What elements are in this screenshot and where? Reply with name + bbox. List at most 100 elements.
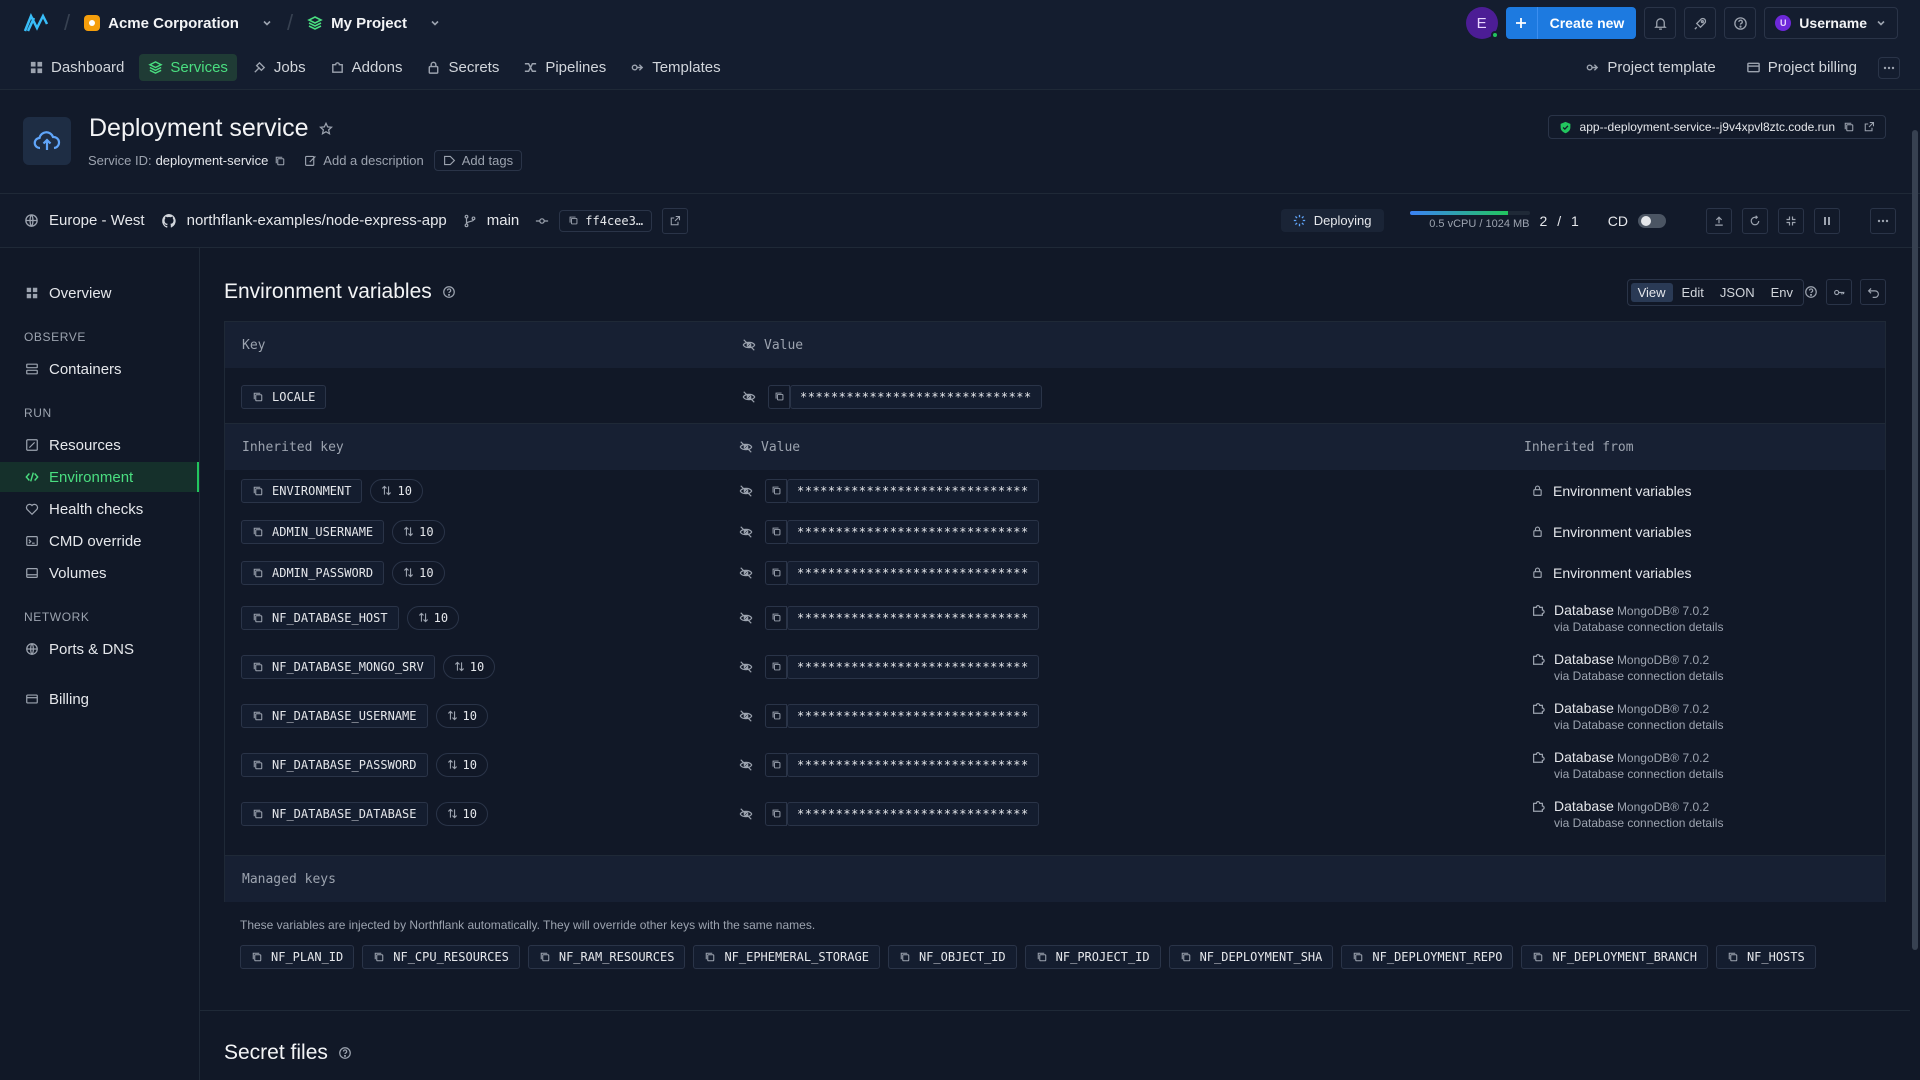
help-icon[interactable] [1804, 285, 1818, 299]
notifications-button[interactable] [1644, 7, 1677, 39]
project-billing-link[interactable]: Project billing [1737, 54, 1866, 81]
add-description-button[interactable]: Add a description [304, 153, 424, 168]
managed-key[interactable]: NF_RAM_RESOURCES [527, 945, 686, 969]
env-key[interactable]: NF_DATABASE_HOST [241, 605, 399, 630]
project-switcher[interactable]: My Project [307, 15, 441, 32]
env-key[interactable]: ADMIN_USERNAME [241, 519, 385, 544]
inherited-from-text[interactable]: Database [1554, 749, 1614, 765]
managed-key[interactable]: NF_CPU_RESOURCES [362, 945, 520, 969]
help-icon[interactable] [338, 1046, 352, 1060]
sidebar-item-billing[interactable]: Billing [0, 684, 199, 714]
env-key[interactable]: ENVIRONMENT [241, 478, 363, 503]
managed-key[interactable]: NF_DEPLOYMENT_SHA [1168, 945, 1334, 969]
sidebar-item-environment[interactable]: Environment [0, 462, 199, 492]
override-count-badge[interactable]: 10 [435, 801, 488, 826]
more-options-button[interactable] [1878, 56, 1900, 79]
repository-link[interactable]: northflank-examples/node-express-app [187, 212, 447, 229]
help-icon[interactable] [442, 285, 456, 299]
copy-icon[interactable] [768, 384, 790, 409]
undo-button[interactable] [1860, 279, 1886, 305]
sidebar-item-overview[interactable]: Overview [0, 278, 199, 308]
external-link-icon[interactable] [1863, 121, 1875, 133]
env-key[interactable]: NF_DATABASE_USERNAME [241, 703, 428, 728]
eye-off-icon[interactable] [742, 390, 756, 404]
managed-key[interactable]: NF_EPHEMERAL_STORAGE [693, 945, 880, 969]
copy-icon[interactable] [765, 703, 787, 728]
eye-off-icon[interactable] [739, 484, 753, 498]
managed-key[interactable]: NF_DEPLOYMENT_REPO [1341, 945, 1514, 969]
sidebar-item-resources[interactable]: Resources [0, 430, 199, 460]
sidebar-item-ports-dns[interactable]: Ports & DNS [0, 634, 199, 664]
mode-view-button[interactable]: View [1630, 283, 1673, 302]
env-key[interactable]: NF_DATABASE_PASSWORD [241, 752, 428, 777]
inherited-from-text[interactable]: Database [1554, 700, 1614, 716]
override-count-badge[interactable]: 10 [435, 703, 488, 728]
eye-off-icon[interactable] [739, 611, 753, 625]
eye-off-icon[interactable] [739, 709, 753, 723]
copy-icon[interactable] [274, 155, 286, 167]
star-icon[interactable] [318, 121, 333, 136]
nav-secrets[interactable]: Secrets [417, 54, 508, 81]
team-avatar[interactable]: E [1465, 7, 1499, 39]
copy-icon[interactable] [765, 560, 787, 585]
env-key[interactable]: ADMIN_PASSWORD [241, 560, 385, 585]
override-count-badge[interactable]: 10 [392, 519, 445, 544]
nav-services[interactable]: Services [139, 54, 237, 81]
env-key[interactable]: NF_DATABASE_MONGO_SRV [241, 654, 435, 679]
copy-icon[interactable] [765, 752, 787, 777]
project-template-link[interactable]: Project template [1576, 54, 1724, 81]
mode-edit-button[interactable]: Edit [1675, 283, 1711, 302]
inherited-from-text[interactable]: Database [1554, 602, 1614, 618]
restart-button[interactable] [1742, 207, 1768, 234]
override-count-badge[interactable]: 10 [370, 478, 423, 503]
sidebar-item-volumes[interactable]: Volumes [0, 558, 199, 588]
managed-key[interactable]: NF_DEPLOYMENT_BRANCH [1521, 945, 1708, 969]
copy-icon[interactable] [765, 478, 787, 503]
service-url[interactable]: app--deployment-service--j9v4xpvl8ztc.co… [1547, 115, 1886, 139]
instance-count[interactable]: 2 / 1 [1540, 213, 1582, 229]
user-menu-button[interactable]: U Username [1764, 7, 1898, 39]
override-count-badge[interactable]: 10 [406, 605, 460, 630]
add-tags-button[interactable]: Add tags [433, 150, 523, 171]
sidebar-item-health-checks[interactable]: Health checks [0, 494, 199, 524]
help-button[interactable] [1724, 7, 1757, 39]
copy-icon[interactable] [765, 654, 787, 679]
mode-json-button[interactable]: JSON [1713, 283, 1762, 302]
managed-key[interactable]: NF_PLAN_ID [240, 945, 355, 969]
managed-key[interactable]: NF_PROJECT_ID [1024, 945, 1161, 969]
commit-sha-button[interactable]: ff4cee3… [559, 209, 653, 232]
eye-off-icon[interactable] [739, 807, 753, 821]
deploy-upload-button[interactable] [1706, 207, 1732, 234]
sidebar-item-cmd-override[interactable]: CMD override [0, 526, 199, 556]
launch-button[interactable] [1684, 7, 1717, 39]
northflank-logo-icon[interactable] [22, 12, 50, 34]
open-commit-button[interactable] [662, 207, 689, 234]
sidebar-item-containers[interactable]: Containers [0, 354, 199, 384]
page-scrollbar[interactable] [1912, 130, 1918, 950]
scale-button[interactable] [1778, 207, 1804, 234]
nav-pipelines[interactable]: Pipelines [514, 54, 615, 81]
managed-key[interactable]: NF_HOSTS [1715, 945, 1816, 969]
eye-off-icon[interactable] [739, 440, 753, 454]
override-count-badge[interactable]: 10 [435, 752, 488, 777]
copy-icon[interactable] [765, 605, 787, 630]
mode-env-button[interactable]: Env [1764, 283, 1800, 302]
deployment-status-badge[interactable]: Deploying [1280, 209, 1384, 232]
eye-off-icon[interactable] [739, 525, 753, 539]
create-new-button[interactable]: Create new [1505, 7, 1637, 39]
nav-templates[interactable]: Templates [621, 54, 729, 81]
override-count-badge[interactable]: 10 [442, 654, 496, 679]
nav-jobs[interactable]: Jobs [243, 54, 315, 81]
nav-dashboard[interactable]: Dashboard [20, 54, 133, 81]
env-key[interactable]: LOCALE [241, 384, 327, 409]
nav-addons[interactable]: Addons [321, 54, 412, 81]
managed-key[interactable]: NF_OBJECT_ID [887, 945, 1017, 969]
reveal-secrets-button[interactable] [1826, 279, 1852, 305]
eye-off-icon[interactable] [739, 758, 753, 772]
inherited-from-text[interactable]: Database [1554, 651, 1614, 667]
org-switcher[interactable]: Acme Corporation [84, 15, 273, 32]
copy-icon[interactable] [1843, 121, 1855, 133]
copy-icon[interactable] [765, 801, 787, 826]
copy-icon[interactable] [765, 519, 787, 544]
pause-button[interactable] [1814, 207, 1840, 234]
